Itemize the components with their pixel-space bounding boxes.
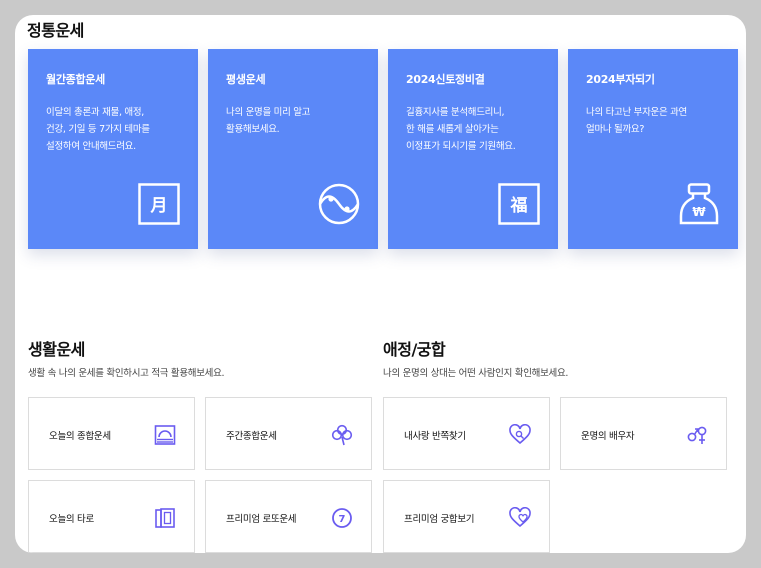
- card-title: 2024신토정비결: [406, 73, 485, 86]
- card-description: 나의 타고난 부자운은 과연 얼마나 될까요?: [586, 107, 687, 135]
- lotto-number: 7: [339, 514, 346, 525]
- card-description: 길흉지사를 분석해드리니, 한 해를 새롭게 살아가는 이정표가 되시기를 기원…: [406, 107, 516, 152]
- card-monthly-fortune[interactable]: 월간종합운세 이달의 총론과 재물, 애정, 건강, 기일 등 7가지 테마를 …: [28, 49, 198, 249]
- tile-find-soulmate[interactable]: 내사랑 반쪽찾기: [383, 397, 550, 470]
- tile-label: 프리미엄 로또운세: [226, 514, 297, 525]
- tile-label: 주간종합운세: [226, 431, 277, 442]
- heart-search-icon: [509, 424, 531, 445]
- card-title: 평생운세: [226, 73, 266, 86]
- tile-today-fortune[interactable]: 오늘의 종합운세: [28, 397, 195, 470]
- clover-icon: [331, 424, 353, 446]
- yin-yang-icon: [318, 183, 360, 225]
- tile-destined-spouse[interactable]: 운명의 배우자: [560, 397, 727, 470]
- section-subtitle-love: 나의 운명의 상대는 어떤 사람인지 확인해보세요.: [383, 368, 569, 379]
- card-title: 2024부자되기: [586, 73, 655, 86]
- double-heart-icon: [509, 507, 531, 528]
- tile-premium-compatibility[interactable]: 프리미엄 궁합보기: [383, 480, 550, 553]
- card-lifetime-fortune[interactable]: 평생운세 나의 운명을 미리 알고 활용해보세요.: [208, 49, 378, 249]
- gender-symbols-icon: [687, 426, 707, 444]
- card-wealth-fortune[interactable]: 2024부자되기 나의 타고난 부자운은 과연 얼마나 될까요? ₩: [568, 49, 738, 249]
- bok-glyph: 福: [510, 195, 528, 216]
- section-title-fortune: 정통운세: [27, 21, 84, 40]
- section-title-love: 애정/궁합: [383, 340, 446, 359]
- calendar-month-icon: 月: [138, 183, 180, 225]
- tile-today-tarot[interactable]: 오늘의 타로: [28, 480, 195, 553]
- section-subtitle-life: 생활 속 나의 운세를 확인하시고 적극 활용해보세요.: [28, 368, 225, 379]
- card-description: 이달의 총론과 재물, 애정, 건강, 기일 등 7가지 테마를 설정하여 안내…: [46, 107, 150, 152]
- section-title-life: 생활운세: [28, 340, 85, 359]
- tile-label: 오늘의 타로: [49, 514, 94, 525]
- tile-premium-lotto[interactable]: 프리미엄 로또운세 7: [205, 480, 372, 553]
- fortune-bok-icon: 福: [498, 183, 540, 225]
- tile-label: 운명의 배우자: [581, 431, 635, 442]
- money-bag-icon: ₩: [679, 183, 719, 225]
- card-title: 월간종합운세: [46, 73, 105, 86]
- tile-label: 내사랑 반쪽찾기: [404, 431, 466, 442]
- card-tojeong-fortune[interactable]: 2024신토정비결 길흉지사를 분석해드리니, 한 해를 새롭게 살아가는 이정…: [388, 49, 558, 249]
- calendar-glyph: 月: [150, 196, 168, 216]
- fortune-panel: 정통운세 월간종합운세 이달의 총론과 재물, 애정, 건강, 기일 등 7가지…: [15, 15, 746, 553]
- tarot-cards-icon: [155, 508, 175, 528]
- lotto-ball-icon: 7: [332, 508, 352, 528]
- tile-weekly-fortune[interactable]: 주간종합운세: [205, 397, 372, 470]
- sunrise-icon: [154, 425, 176, 445]
- card-description: 나의 운명을 미리 알고 활용해보세요.: [226, 107, 311, 135]
- tile-label: 오늘의 종합운세: [49, 431, 111, 442]
- won-glyph: ₩: [692, 205, 706, 219]
- tile-label: 프리미엄 궁합보기: [404, 514, 475, 525]
